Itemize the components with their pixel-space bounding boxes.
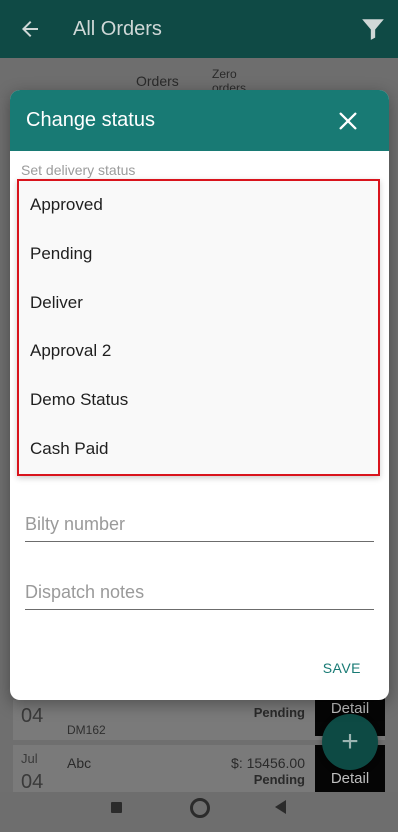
status-option-approved[interactable]: Approved [19,181,378,230]
back-icon[interactable] [275,800,286,814]
dialog-title: Change status [26,109,155,131]
status-option-cash-paid[interactable]: Cash Paid [19,424,378,473]
status-option-pending[interactable]: Pending [19,230,378,279]
save-button[interactable]: SAVE [323,660,361,676]
order-amount: $: 15456.00 [231,755,305,771]
home-icon[interactable] [190,798,210,818]
order-day: 04 [21,771,44,793]
add-order-button[interactable]: + [322,714,378,770]
status-dropdown-list: Approved Pending Deliver Approval 2 Demo… [17,179,380,476]
bilty-number-field[interactable]: Bilty number [25,514,374,542]
order-customer: Abc [67,755,92,771]
change-status-dialog: Change status Set delivery status Approv… [10,90,389,700]
close-icon[interactable] [337,110,359,132]
status-option-approval-2[interactable]: Approval 2 [19,327,378,376]
page-title: All Orders [73,17,162,40]
system-nav-bar [0,792,398,832]
order-status: Pending [253,705,305,720]
status-option-deliver[interactable]: Deliver [19,278,378,327]
app-bar: All Orders [0,0,398,58]
order-status: Pending [253,772,305,787]
status-option-demo-status[interactable]: Demo Status [19,376,378,425]
order-month: Jul [21,751,38,766]
order-day: 04 [21,705,44,727]
dialog-header: Change status [10,90,389,151]
recent-apps-icon[interactable] [111,802,122,813]
arrow-left-icon[interactable] [18,17,42,41]
order-code: DM162 [67,723,106,737]
tab-orders[interactable]: Orders [136,73,179,89]
filter-icon[interactable] [360,16,386,42]
dispatch-notes-field[interactable]: Dispatch notes [25,582,374,610]
delivery-status-label: Set delivery status [21,162,136,178]
